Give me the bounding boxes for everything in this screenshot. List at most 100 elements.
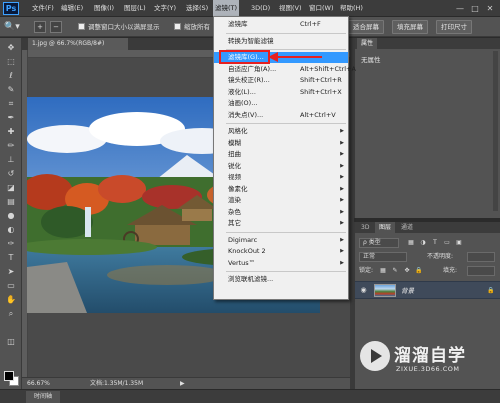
lock-all-icon[interactable]: 🔒	[415, 266, 423, 275]
quick-select-tool-icon[interactable]: ✎	[4, 84, 18, 96]
filter-menu-item[interactable]: 其它 ▶	[214, 218, 348, 229]
shape-tool-icon[interactable]: ▭	[4, 280, 18, 292]
timeline-bar: 时间轴	[0, 389, 500, 403]
tab-properties[interactable]: 属性	[357, 38, 378, 49]
type-tool-icon[interactable]: T	[4, 252, 18, 264]
menu-help[interactable]: 帮助(H)	[338, 0, 365, 17]
menu-view[interactable]: 视图(V)	[277, 0, 304, 17]
filter-menu-item[interactable]: 油画(O)...	[214, 98, 348, 109]
filter-menu-item[interactable]: 自适应广角(A)... Alt+Shift+Ctrl+A	[214, 64, 356, 75]
lock-image-icon[interactable]: ✎	[391, 266, 399, 275]
zoom-all-checkbox[interactable]	[174, 23, 181, 30]
menu-filter[interactable]: 滤镜(T)	[213, 0, 240, 17]
tools-panel: ✥ ⬚ ℓ ✎ ⌗ ✒ ✚ ✏ ⊥ ↺ ◪ ▤ ● ◐ ✑ T ➤ ▭ ✋ ⌕ …	[0, 38, 22, 393]
layer-item-background[interactable]: ◉ 背景 🔒	[355, 281, 500, 299]
pixel-filter-icon[interactable]: ▦	[407, 238, 415, 247]
watermark: 溜溜自学 ZIXUE.3D66.COM	[356, 335, 496, 387]
path-select-tool-icon[interactable]: ➤	[4, 266, 18, 278]
foreground-color-swatch[interactable]	[4, 371, 14, 381]
watermark-title: 溜溜自学	[394, 346, 466, 366]
layer-filter-row: ρ 类型 ▦ ◑ T ▭ ▣	[355, 236, 500, 249]
minimize-icon[interactable]: —	[455, 4, 465, 13]
filter-menu-item[interactable]: 视频 ▶	[214, 172, 348, 183]
tab-channels[interactable]: 通道	[397, 222, 417, 233]
watermark-url: ZIXUE.3D66.COM	[396, 365, 460, 373]
menu-3d[interactable]: 3D(D)	[249, 0, 272, 17]
menu-item-label: 自适应广角(A)...	[228, 64, 277, 73]
menu-item-label: 油画(O)...	[228, 99, 258, 107]
clone-stamp-tool-icon[interactable]: ⊥	[4, 154, 18, 166]
filter-menu-item[interactable]: 锐化 ▶	[214, 161, 348, 172]
filter-menu-item[interactable]: Digimarc ▶	[214, 235, 348, 246]
brush-tool-icon[interactable]: ✏	[4, 140, 18, 152]
hand-tool-icon[interactable]: ✋	[4, 294, 18, 306]
dodge-tool-icon[interactable]: ◐	[4, 224, 18, 236]
fill-screen-button[interactable]: 填充屏幕	[392, 20, 428, 34]
maximize-icon[interactable]: □	[470, 4, 480, 13]
eraser-tool-icon[interactable]: ◪	[4, 182, 18, 194]
filter-menu-item[interactable]: 渲染 ▶	[214, 195, 348, 206]
menu-item-label: 杂色	[228, 207, 241, 216]
visibility-eye-icon[interactable]: ◉	[359, 286, 368, 295]
fill-field[interactable]	[467, 266, 495, 276]
opacity-label: 不透明度:	[427, 253, 454, 260]
filter-menu-item[interactable]: 模糊 ▶	[214, 138, 348, 149]
filter-menu-item[interactable]: 风格化 ▶	[214, 126, 348, 137]
filter-menu-item[interactable]: Vertus™ ▶	[214, 258, 348, 269]
lasso-tool-icon[interactable]: ℓ	[4, 70, 18, 82]
timeline-tab[interactable]: 时间轴	[26, 391, 60, 403]
filter-menu-item[interactable]: 浏览联机滤镜...	[214, 274, 348, 285]
filter-menu-item[interactable]: 扭曲 ▶	[214, 149, 348, 160]
smart-object-filter-icon[interactable]: ▣	[455, 238, 463, 247]
lock-pixels-icon[interactable]: ▦	[379, 266, 387, 275]
filter-menu-item[interactable]: 液化(L)... Shift+Ctrl+X	[214, 87, 348, 98]
layer-kind-select[interactable]: ρ 类型	[359, 238, 399, 248]
filter-menu-item[interactable]: 转换为智能滤镜	[214, 36, 348, 47]
menu-edit[interactable]: 编辑(E)	[59, 0, 85, 17]
properties-scrollbar[interactable]	[493, 51, 498, 211]
menu-window[interactable]: 窗口(W)	[307, 0, 336, 17]
tab-layers[interactable]: 图层	[375, 222, 396, 233]
move-tool-icon[interactable]: ✥	[4, 42, 18, 54]
menu-select[interactable]: 选择(S)	[184, 0, 210, 17]
blend-mode-select[interactable]: 正常	[359, 252, 407, 262]
filter-menu-item[interactable]: 消失点(V)... Alt+Ctrl+V	[214, 110, 348, 121]
menu-separator	[226, 271, 346, 272]
zoom-tool-icon[interactable]: 🔍▾	[4, 21, 26, 33]
zoom-tool-icon[interactable]: ⌕	[4, 308, 18, 320]
filter-menu-item[interactable]: 像素化 ▶	[214, 184, 348, 195]
quick-mask-icon[interactable]: ◫	[4, 336, 18, 348]
tab-3d[interactable]: 3D	[357, 222, 373, 233]
menu-layer[interactable]: 图层(L)	[122, 0, 148, 17]
fit-screen-button[interactable]: 适合屏幕	[348, 20, 384, 34]
crop-tool-icon[interactable]: ⌗	[4, 98, 18, 110]
healing-brush-tool-icon[interactable]: ✚	[4, 126, 18, 138]
adjustment-filter-icon[interactable]: ◑	[419, 238, 427, 247]
gradient-tool-icon[interactable]: ▤	[4, 196, 18, 208]
zoom-out-icon[interactable]: −	[50, 21, 62, 33]
zoom-in-icon[interactable]: +	[34, 21, 46, 33]
eyedropper-tool-icon[interactable]: ✒	[4, 112, 18, 124]
submenu-arrow-icon: ▶	[340, 248, 344, 254]
resize-windows-checkbox[interactable]	[78, 23, 85, 30]
print-size-button[interactable]: 打印尺寸	[436, 20, 472, 34]
marquee-tool-icon[interactable]: ⬚	[4, 56, 18, 68]
menu-type[interactable]: 文字(Y)	[152, 0, 178, 17]
pen-tool-icon[interactable]: ✑	[4, 238, 18, 250]
menu-file[interactable]: 文件(F)	[30, 0, 56, 17]
layer-lock-icon: 🔒	[487, 287, 495, 294]
blur-tool-icon[interactable]: ●	[4, 210, 18, 222]
blend-row: 正常 不透明度:	[355, 250, 500, 263]
history-brush-tool-icon[interactable]: ↺	[4, 168, 18, 180]
filter-menu-item[interactable]: 杂色 ▶	[214, 207, 348, 218]
filter-menu-item[interactable]: KnockOut 2 ▶	[214, 246, 348, 257]
menu-image[interactable]: 图像(I)	[92, 0, 116, 17]
opacity-field[interactable]	[467, 252, 495, 262]
filter-menu-item[interactable]: 滤镜库 Ctrl+F	[214, 19, 348, 30]
document-tab[interactable]: 1.jpg @ 66.7%(RGB/8#)	[28, 38, 128, 50]
shape-filter-icon[interactable]: ▭	[443, 238, 451, 247]
filter-menu-item[interactable]: 镜头校正(R)... Shift+Ctrl+R	[214, 75, 348, 86]
close-icon[interactable]: ✕	[485, 4, 495, 13]
type-filter-icon[interactable]: T	[431, 238, 439, 247]
lock-position-icon[interactable]: ✥	[403, 266, 411, 275]
